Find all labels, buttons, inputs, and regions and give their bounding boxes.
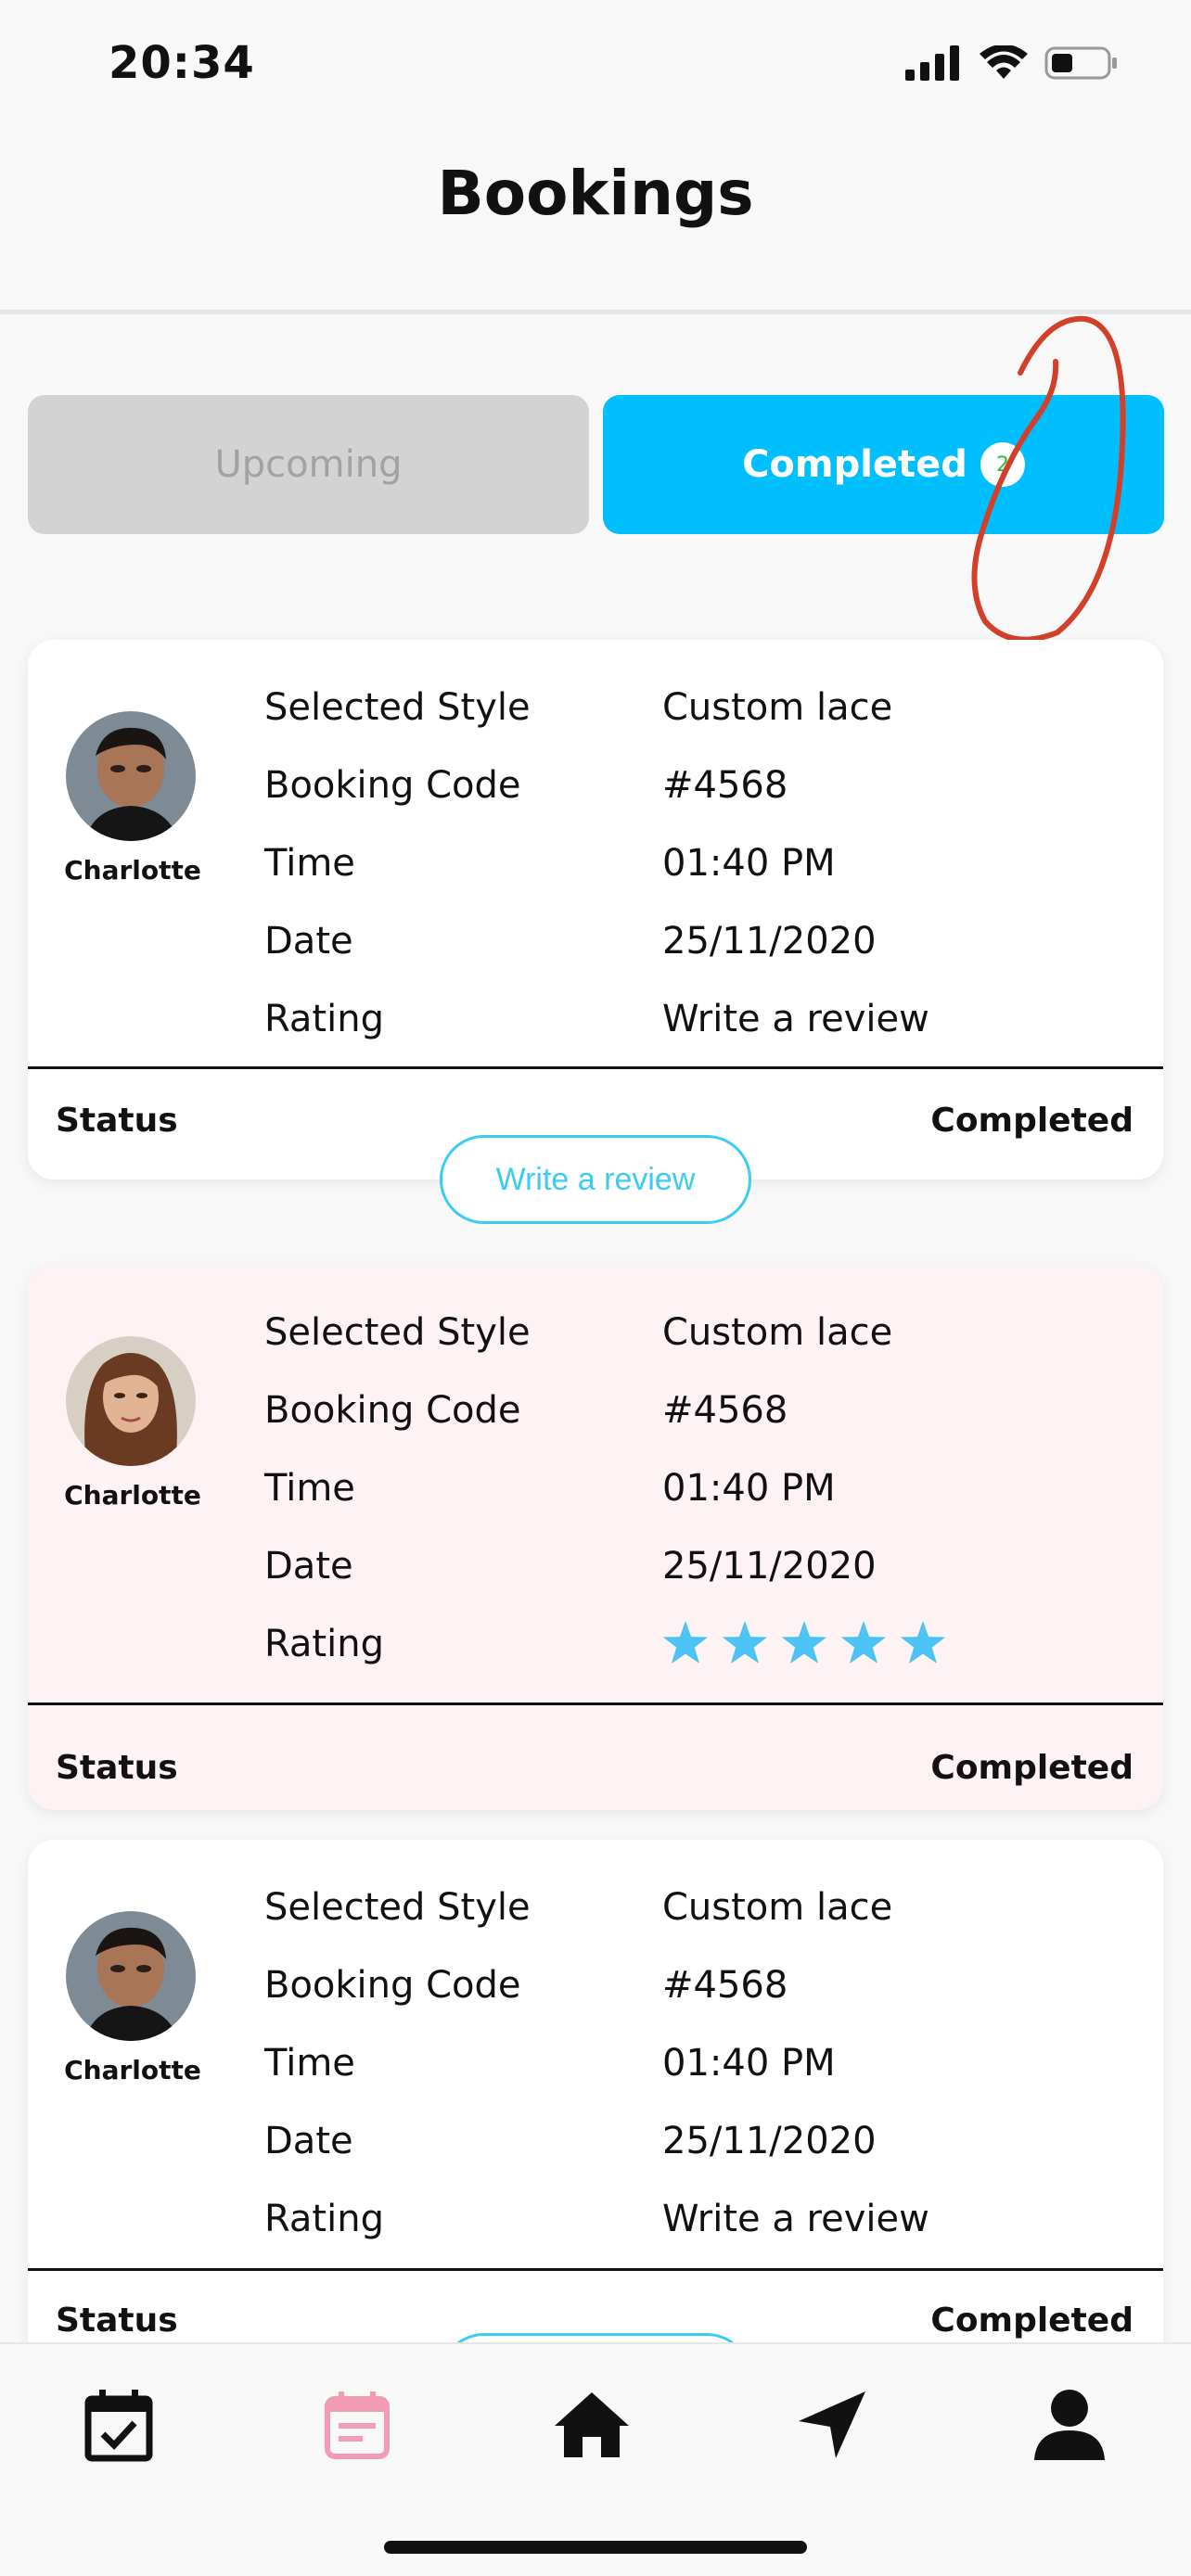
rating-label: Rating xyxy=(264,1623,384,1665)
tab-bar-item-profile[interactable] xyxy=(1028,2383,1111,2467)
time-label: Time xyxy=(264,2042,355,2085)
card-divider xyxy=(28,1702,1163,1705)
rating-stars xyxy=(662,1621,946,1665)
rating-label: Rating xyxy=(264,2198,384,2240)
date-value: 25/11/2020 xyxy=(662,2120,877,2162)
tab-upcoming[interactable]: Upcoming xyxy=(28,395,589,534)
booking-card[interactable]: Charlotte Selected Style Custom lace Boo… xyxy=(28,1840,1163,2396)
time-label: Time xyxy=(264,842,355,885)
time-value: 01:40 PM xyxy=(662,2042,836,2085)
selected-style-label: Selected Style xyxy=(264,1886,531,1929)
booking-code-label: Booking Code xyxy=(264,1964,521,2007)
battery-icon xyxy=(1044,46,1117,80)
calendar-list-icon xyxy=(325,2391,390,2459)
booking-tabs: Upcoming Completed 2 xyxy=(28,395,1164,534)
rating-label: Rating xyxy=(264,998,384,1040)
booking-code-value: #4568 xyxy=(662,764,788,807)
status-label: Status xyxy=(56,2302,178,2340)
selected-style-label: Selected Style xyxy=(264,686,531,729)
status-bar: 20:34 xyxy=(0,0,1191,139)
status-value: Completed xyxy=(930,1102,1133,1140)
date-label: Date xyxy=(264,920,353,963)
booking-code-label: Booking Code xyxy=(264,1389,521,1432)
completed-count-badge: 2 xyxy=(980,442,1025,487)
date-label: Date xyxy=(264,1545,353,1588)
booking-card[interactable]: Charlotte Selected Style Custom lace Boo… xyxy=(28,640,1163,1180)
star-icon xyxy=(781,1621,827,1664)
booking-code-label: Booking Code xyxy=(264,764,521,807)
status-icons xyxy=(905,45,1119,82)
avatar xyxy=(66,1911,196,2041)
stylist-name: Charlotte xyxy=(64,1480,201,1511)
booking-card[interactable]: Charlotte Selected Style Custom lace Boo… xyxy=(28,1265,1163,1810)
rating-review-link[interactable]: Write a review xyxy=(662,998,929,1040)
header-divider xyxy=(0,310,1191,314)
status-label: Status xyxy=(56,1102,178,1140)
selected-style-value: Custom lace xyxy=(662,1311,893,1354)
cellular-signal-icon xyxy=(905,45,959,81)
avatar xyxy=(66,1336,196,1466)
tab-completed[interactable]: Completed 2 xyxy=(603,395,1164,534)
status-value: Completed xyxy=(930,2302,1133,2340)
card-divider xyxy=(28,1066,1163,1069)
selected-style-label: Selected Style xyxy=(264,1311,531,1354)
date-value: 25/11/2020 xyxy=(662,920,877,963)
time-value: 01:40 PM xyxy=(662,1467,836,1510)
home-icon xyxy=(555,2392,629,2457)
selected-style-value: Custom lace xyxy=(662,686,893,729)
star-icon xyxy=(840,1621,887,1664)
tab-bar-item-calendar[interactable] xyxy=(77,2383,160,2467)
card-divider xyxy=(28,2268,1163,2271)
calendar-check-icon xyxy=(84,2390,153,2462)
write-review-button[interactable]: Write a review xyxy=(440,1135,751,1224)
selected-style-value: Custom lace xyxy=(662,1886,893,1929)
wifi-icon xyxy=(980,45,1028,79)
tab-bar-item-bookings[interactable] xyxy=(315,2383,399,2467)
date-label: Date xyxy=(264,2120,353,2162)
booking-code-value: #4568 xyxy=(662,1964,788,2007)
stylist-name: Charlotte xyxy=(64,2055,201,2085)
booking-code-value: #4568 xyxy=(662,1389,788,1432)
home-indicator xyxy=(384,2541,807,2554)
date-value: 25/11/2020 xyxy=(662,1545,877,1588)
status-label: Status xyxy=(56,1749,178,1787)
status-time: 20:34 xyxy=(109,37,255,89)
star-icon xyxy=(662,1621,709,1664)
tab-completed-label: Completed xyxy=(742,443,967,486)
tab-upcoming-label: Upcoming xyxy=(214,443,403,486)
star-icon xyxy=(722,1621,768,1664)
rating-review-link[interactable]: Write a review xyxy=(662,2198,929,2240)
tab-bar-item-navigate[interactable] xyxy=(790,2383,874,2467)
navigation-arrow-icon xyxy=(799,2391,865,2458)
avatar xyxy=(66,711,196,841)
star-icon xyxy=(900,1621,946,1664)
page-title: Bookings xyxy=(437,158,754,229)
time-label: Time xyxy=(264,1467,355,1510)
time-value: 01:40 PM xyxy=(662,842,836,885)
tab-bar-item-home[interactable] xyxy=(550,2383,634,2467)
profile-icon xyxy=(1034,2390,1105,2460)
status-value: Completed xyxy=(930,1749,1133,1787)
stylist-name: Charlotte xyxy=(64,855,201,886)
